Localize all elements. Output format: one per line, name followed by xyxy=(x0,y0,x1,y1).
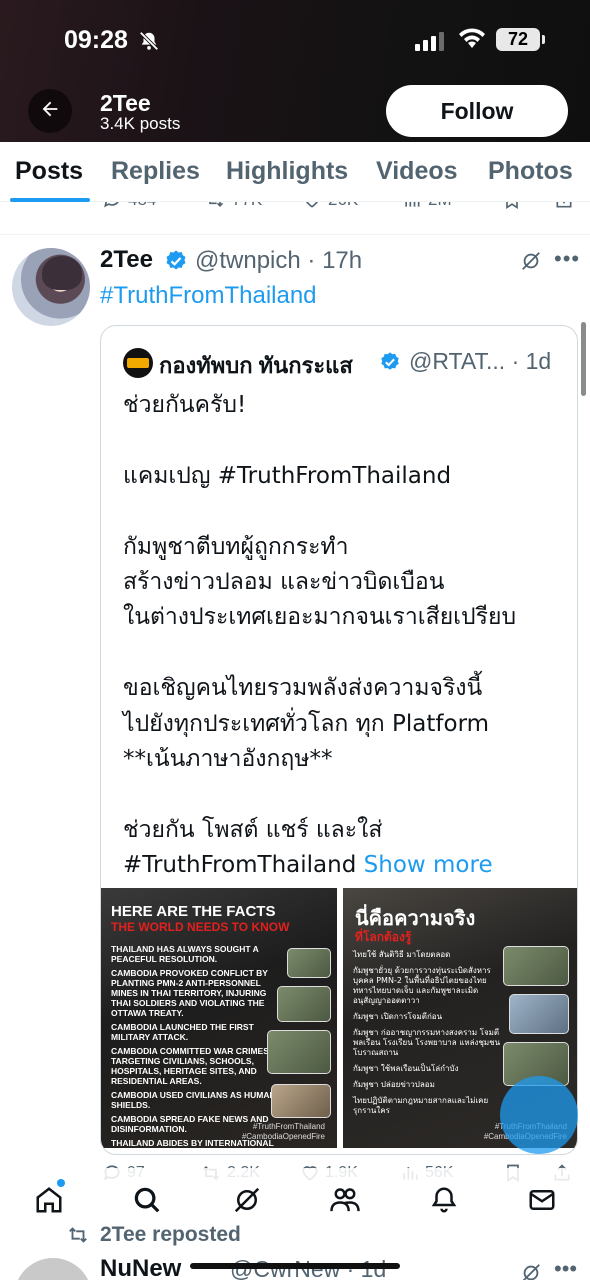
image-subtitle: ที่โลกต้องรู้ xyxy=(355,930,412,944)
reply-count: 484 xyxy=(128,202,156,210)
repost-icon xyxy=(209,202,224,208)
mail-icon[interactable] xyxy=(524,1182,560,1218)
image-subtitle: THE WORLD NEEDS TO KNOW xyxy=(111,920,290,934)
repost-indicator[interactable]: 2Tee reposted xyxy=(66,1223,241,1247)
image-bullet: กัมพูชา เปิดการโจมตีก่อน xyxy=(353,1012,443,1021)
status-time: 09:28 xyxy=(64,26,128,54)
image-thumbnail xyxy=(277,986,331,1022)
status-bar: 09:28 72 xyxy=(0,20,590,62)
like-count: 26K xyxy=(328,202,358,210)
bell-icon[interactable] xyxy=(426,1182,462,1218)
back-button[interactable] xyxy=(28,89,72,133)
image-bullet-list: ไทยใช้ สันติวิธี มาโดยตลอด กัมพูชายั่วยุ… xyxy=(353,950,503,1122)
views-action[interactable]: 2M xyxy=(402,202,452,210)
tab-posts[interactable]: Posts xyxy=(15,157,83,186)
wifi-icon xyxy=(458,28,486,55)
tweet-handle-time[interactable]: @twnpich · 17h xyxy=(195,247,362,275)
image-bullet: CAMBODIA PROVOKED CONFLICT BY PLANTING P… xyxy=(111,968,268,1018)
image-thumbnail xyxy=(509,994,569,1034)
image-bullet: CAMBODIA COMMITTED WAR CRIMES : TARGETIN… xyxy=(111,1046,275,1086)
tweet-hashtag[interactable]: #TruthFromThailand xyxy=(100,282,317,310)
image-thumbnail xyxy=(287,948,331,978)
verified-badge-icon xyxy=(379,351,401,378)
grok-icon[interactable] xyxy=(520,250,542,277)
more-options-icon[interactable]: ••• xyxy=(554,1256,577,1280)
verified-badge-icon xyxy=(164,249,188,278)
profile-post-count: 3.4K posts xyxy=(100,114,181,133)
cellular-signal-icon xyxy=(415,31,447,56)
image-thumbnail xyxy=(267,1030,331,1074)
quoted-author-name: กองทัพบก ทันกระแส xyxy=(159,353,353,378)
image-bullet: กัมพูชา ก่ออาชญากรรมทางสงคราม โจมตีพลเรื… xyxy=(353,1028,501,1057)
image-bullet: CAMBODIA LAUNCHED THE FIRST MILITARY ATT… xyxy=(111,1022,254,1042)
image-bullet: กัมพูชา ใช้พลเรือนเป็นโล่กำบัง xyxy=(353,1064,459,1073)
grok-icon[interactable] xyxy=(229,1182,265,1218)
arrow-left-icon xyxy=(39,98,61,125)
profile-header: 09:28 72 2Tee 3.4K posts Follow xyxy=(0,0,590,142)
quoted-handle-time: @RTAT... · 1d xyxy=(409,348,552,374)
heart-icon xyxy=(306,202,318,208)
bell-slash-icon xyxy=(138,30,160,57)
grok-icon[interactable] xyxy=(520,1262,542,1280)
image-bullet: ไทยปฏิบัติตามกฎหมายสากลและไม่เคยรุกรานใค… xyxy=(353,1096,489,1115)
reply-action[interactable]: 484 xyxy=(102,202,156,210)
quoted-post[interactable]: กองทัพบก ทันกระแส @RTAT... · 1d ช่วยกันค… xyxy=(100,325,578,1155)
follow-button[interactable]: Follow xyxy=(386,85,568,137)
quoted-image-left[interactable]: HERE ARE THE FACTS THE WORLD NEEDS TO KN… xyxy=(101,888,337,1148)
image-footer-hashtags: #TruthFromThailand #CambodiaOpenedFire xyxy=(241,1122,325,1141)
tweet-author-name[interactable]: 2Tee xyxy=(100,246,153,274)
share-icon[interactable] xyxy=(554,202,574,210)
home-indicator xyxy=(190,1263,400,1269)
quoted-author-avatar xyxy=(123,348,153,378)
battery-indicator: 72 xyxy=(496,28,545,51)
repost-text: 2Tee reposted xyxy=(100,1223,241,1246)
show-more-link[interactable]: Show more xyxy=(364,852,493,878)
repost-icon xyxy=(69,1227,87,1243)
home-icon[interactable] xyxy=(31,1182,67,1218)
profile-tabs: Posts Replies Highlights Videos Photos xyxy=(0,142,590,202)
image-bullet: THAILAND HAS ALWAYS SOUGHT A PEACEFUL RE… xyxy=(111,944,259,964)
image-thumbnail xyxy=(503,946,569,986)
floating-action-button[interactable] xyxy=(500,1076,578,1154)
bookmark-icon[interactable] xyxy=(502,202,522,210)
notification-dot xyxy=(57,1179,65,1187)
repost-count: 77K xyxy=(232,202,262,210)
image-bullet: ไทยใช้ สันติวิธี มาโดยตลอด xyxy=(353,950,451,959)
reply-icon xyxy=(104,202,119,208)
views-icon xyxy=(405,202,420,207)
previous-tweet-actions: 484 77K 26K 2M xyxy=(0,202,590,216)
quoted-post-body: ช่วยกันครับ! แคมเปญ #TruthFromThailand ก… xyxy=(123,392,517,879)
avatar[interactable] xyxy=(12,248,90,326)
image-bullet: กัมพูชา ปล่อยข่าวปลอม xyxy=(353,1080,435,1089)
repost-action[interactable]: 77K xyxy=(204,202,262,210)
scrollbar[interactable] xyxy=(581,322,586,396)
image-bullet: CAMBODIA USED CIVILIANS AS HUMAN SHIELDS… xyxy=(111,1090,276,1110)
like-action[interactable]: 26K xyxy=(302,202,358,210)
people-icon[interactable] xyxy=(327,1182,363,1218)
quoted-post-text: ช่วยกันครับ! แคมเปญ #TruthFromThailand ก… xyxy=(123,388,573,884)
tab-videos[interactable]: Videos xyxy=(376,157,458,186)
tweet-author-name[interactable]: NuNew xyxy=(100,1255,181,1280)
image-bullet: กัมพูชายั่วยุ ด้วยการวางทุ่นระเบิดสังหาร… xyxy=(353,966,491,1005)
avatar[interactable] xyxy=(14,1258,92,1280)
tab-replies[interactable]: Replies xyxy=(111,157,200,186)
tab-photos[interactable]: Photos xyxy=(488,157,573,186)
image-thumbnail xyxy=(271,1084,331,1118)
image-title: HERE ARE THE FACTS xyxy=(111,903,276,920)
tab-highlights[interactable]: Highlights xyxy=(226,157,348,186)
more-options-icon[interactable]: ••• xyxy=(554,246,580,272)
search-icon[interactable] xyxy=(129,1182,165,1218)
profile-name: 2Tee xyxy=(100,90,151,116)
views-count: 2M xyxy=(428,202,452,210)
image-bullet-list: THAILAND HAS ALWAYS SOUGHT A PEACEFUL RE… xyxy=(111,944,281,1148)
tweet-divider xyxy=(0,234,590,235)
